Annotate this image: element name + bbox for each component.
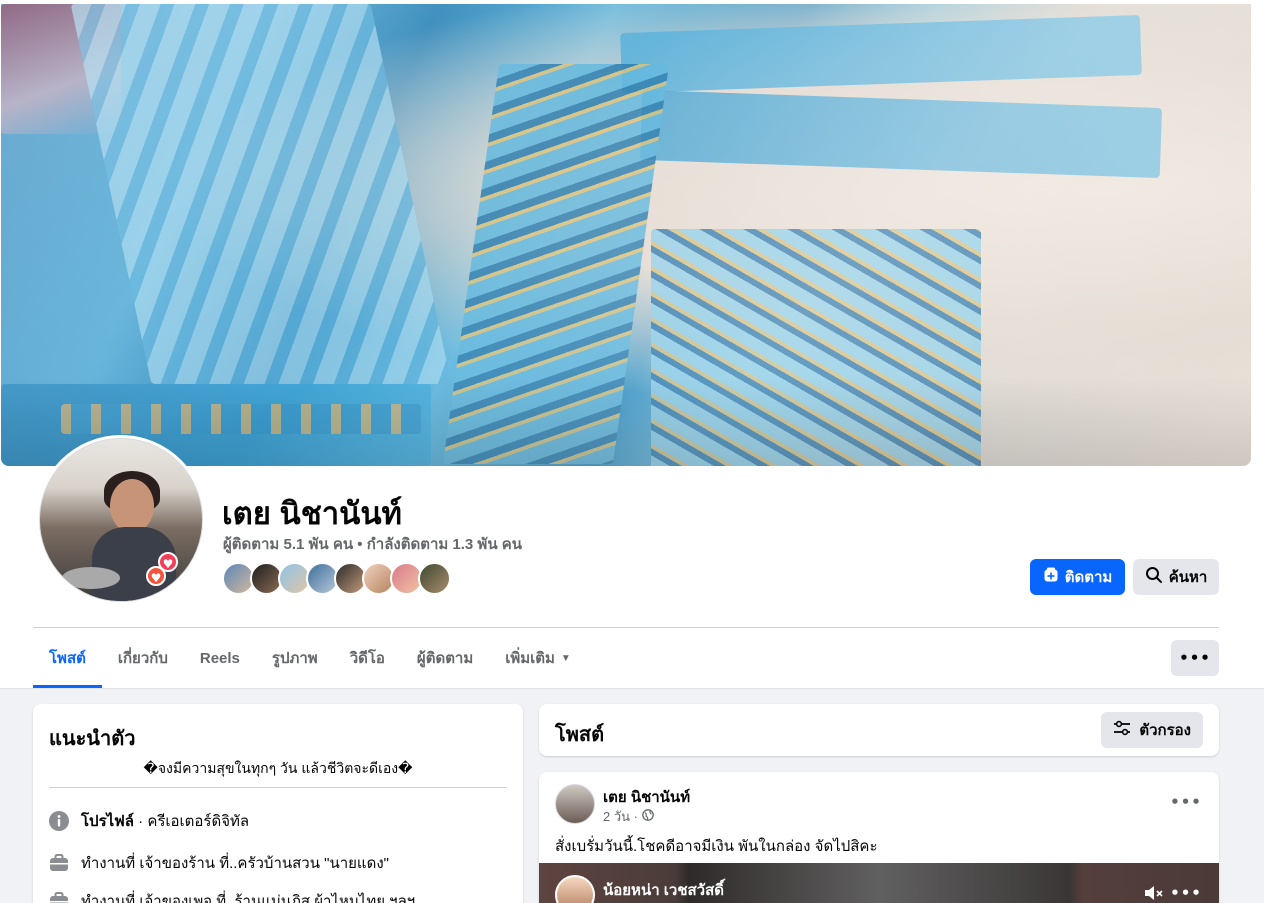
- profile-tabs: โพสต์ เกี่ยวกับ Reels รูปภาพ วิดีโอ ผู้ต…: [33, 628, 587, 688]
- info-icon: [49, 811, 69, 831]
- caret-down-icon: ▼: [560, 652, 571, 664]
- intro-work-text-2: ทำงานที่ เจ้าของเพจ ที่..ร้านแม่นภิส ผ้า…: [81, 893, 416, 903]
- post-meta: 2 วัน ·: [603, 806, 654, 827]
- intro-bio: �จงมีความสุขในทุกๆ วัน แล้วชีวิตจะดีเอง�: [143, 760, 413, 776]
- intro-divider: [49, 787, 507, 788]
- filter-icon: [1113, 720, 1131, 740]
- search-button-label: ค้นหา: [1168, 569, 1208, 586]
- tab-more[interactable]: เพิ่มเติม ▼: [489, 628, 587, 688]
- profile-more-options-button[interactable]: •••: [1171, 640, 1219, 676]
- search-icon: [1145, 566, 1163, 588]
- follow-icon: [1043, 567, 1059, 587]
- tab-followers[interactable]: ผู้ติดตาม: [401, 628, 489, 688]
- heart-badge-icon: ♥ ♥: [146, 552, 182, 588]
- post-time[interactable]: 2 วัน ·: [603, 806, 638, 827]
- video-author-avatar[interactable]: [555, 875, 595, 903]
- intro-work-row: ทำงานที่ เจ้าของร้าน ที่..ครัวบ้านสวน "น…: [49, 851, 389, 875]
- follow-button[interactable]: ติดตาม: [1030, 559, 1125, 595]
- posts-header-card: โพสต์ ตัวกรอง: [539, 704, 1219, 756]
- intro-work-text: ทำงานที่ เจ้าของร้าน ที่..ครัวบ้านสวน "น…: [81, 855, 389, 872]
- post-video[interactable]: น้อยหน่า เวชสวัสดิ์ •••: [539, 863, 1219, 903]
- post-author-avatar[interactable]: [555, 784, 595, 824]
- filter-button-label: ตัวกรอง: [1139, 722, 1191, 739]
- intro-title: แนะนำตัว: [49, 728, 136, 750]
- post-options-button[interactable]: •••: [1170, 790, 1201, 814]
- follow-button-label: ติดตาม: [1064, 569, 1113, 586]
- profile-name: เตย นิชานันท์: [222, 496, 402, 531]
- posts-title: โพสต์: [555, 724, 605, 746]
- intro-work-row-2: ทำงานที่ เจ้าของเพจ ที่..ร้านแม่นภิส ผ้า…: [49, 889, 415, 903]
- follower-stats[interactable]: ผู้ติดตาม 5.1 พัน คน • กำลังติดตาม 1.3 พ…: [223, 532, 522, 556]
- search-button[interactable]: ค้นหา: [1133, 559, 1219, 595]
- mute-icon[interactable]: [1141, 881, 1167, 903]
- intro-profile-category: · ครีเอเตอร์ดิจิทัล: [134, 813, 250, 830]
- filter-button[interactable]: ตัวกรอง: [1101, 712, 1203, 748]
- briefcase-icon: [49, 891, 69, 903]
- intro-profile-row: โปรไฟล์ · ครีเอเตอร์ดิจิทัล: [49, 809, 249, 833]
- video-options-button[interactable]: •••: [1170, 881, 1201, 903]
- cover-photo[interactable]: [1, 4, 1251, 466]
- follower-avatars[interactable]: [222, 562, 451, 595]
- video-author-name[interactable]: น้อยหน่า เวชสวัสดิ์: [603, 878, 724, 902]
- post-card: เตย นิชานันท์ 2 วัน · ••• สั่งเบรั่มวันน…: [539, 772, 1219, 903]
- briefcase-icon: [49, 853, 69, 873]
- intro-profile-label: โปรไฟล์: [81, 813, 134, 830]
- tab-about[interactable]: เกี่ยวกับ: [102, 628, 184, 688]
- globe-icon: [642, 809, 654, 824]
- tab-reels[interactable]: Reels: [184, 628, 256, 688]
- tab-videos[interactable]: วิดีโอ: [334, 628, 401, 688]
- intro-card: แนะนำตัว �จงมีความสุขในทุกๆ วัน แล้วชีวิ…: [33, 704, 523, 903]
- tab-posts[interactable]: โพสต์: [33, 628, 102, 688]
- follower-avatar[interactable]: [418, 562, 451, 595]
- post-text: สั่งเบรั่มวันนี้.โชคดีอาจมีเงิน พันในกล่…: [555, 838, 878, 855]
- tab-photos[interactable]: รูปภาพ: [256, 628, 334, 688]
